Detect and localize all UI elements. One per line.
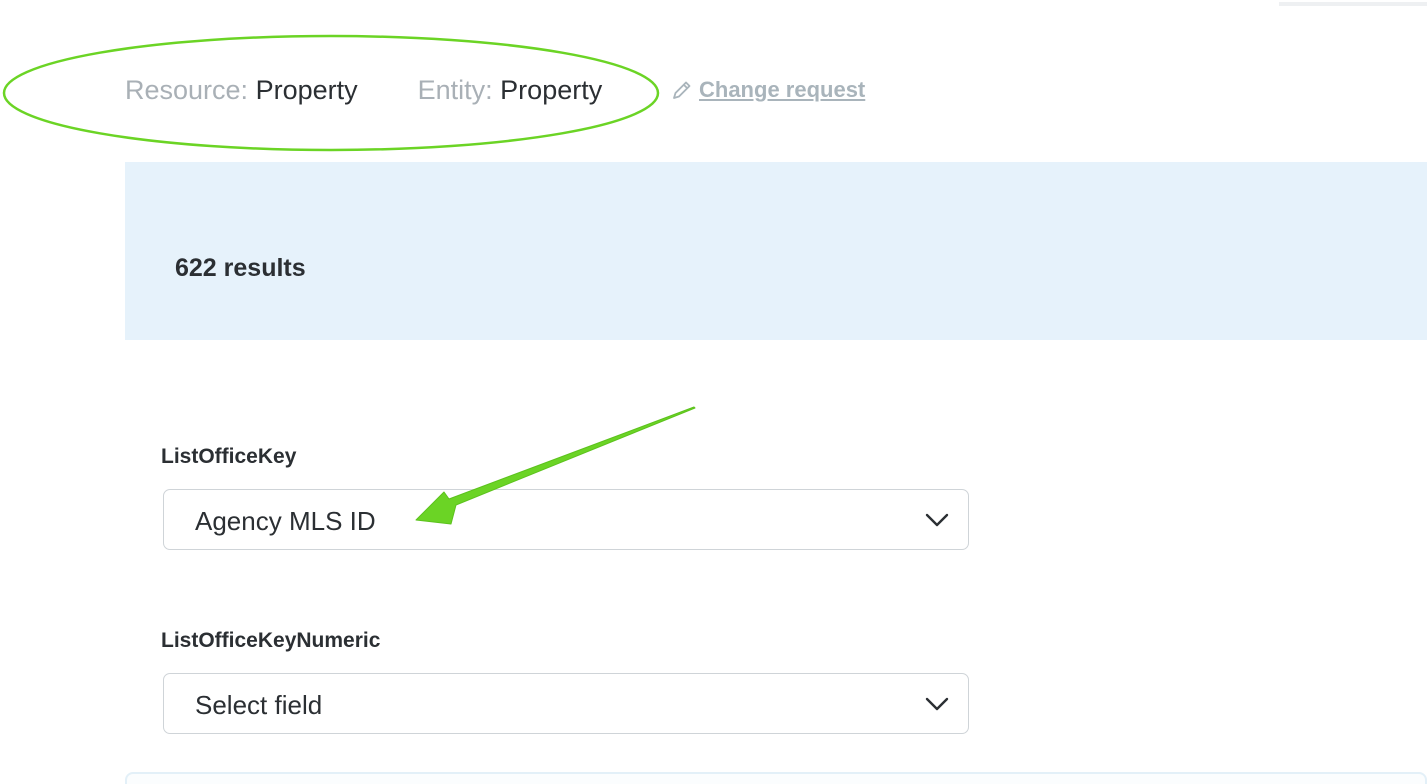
entity-label: Entity: [417,74,493,105]
next-panel [125,772,1427,784]
entity-group: Entity: Property [418,75,603,106]
change-request-link[interactable]: Change request [671,77,865,103]
resource-label: Resource: [125,74,249,105]
list-office-key-selected: Agency MLS ID [195,506,376,536]
change-request-label: Change request [699,77,866,102]
chevron-down-icon [925,697,949,711]
request-info: Resource: Property Entity: Property [125,72,602,108]
list-office-key-numeric-label: ListOfficeKeyNumeric [161,629,381,652]
pencil-icon [673,81,691,99]
list-office-key-select[interactable]: Agency MLS ID [163,489,969,550]
results-count: 622 results [175,254,306,282]
list-office-key-label: ListOfficeKey [161,445,297,468]
entity-value: Property [500,74,603,105]
top-divider [1279,2,1427,6]
results-panel: 622 results [125,162,1427,340]
chevron-down-icon [925,513,949,527]
resource-value: Property [255,74,358,105]
list-office-key-numeric-selected: Select field [195,690,323,720]
annotation-overlay [2,34,696,525]
list-office-key-numeric-select[interactable]: Select field [163,673,969,734]
